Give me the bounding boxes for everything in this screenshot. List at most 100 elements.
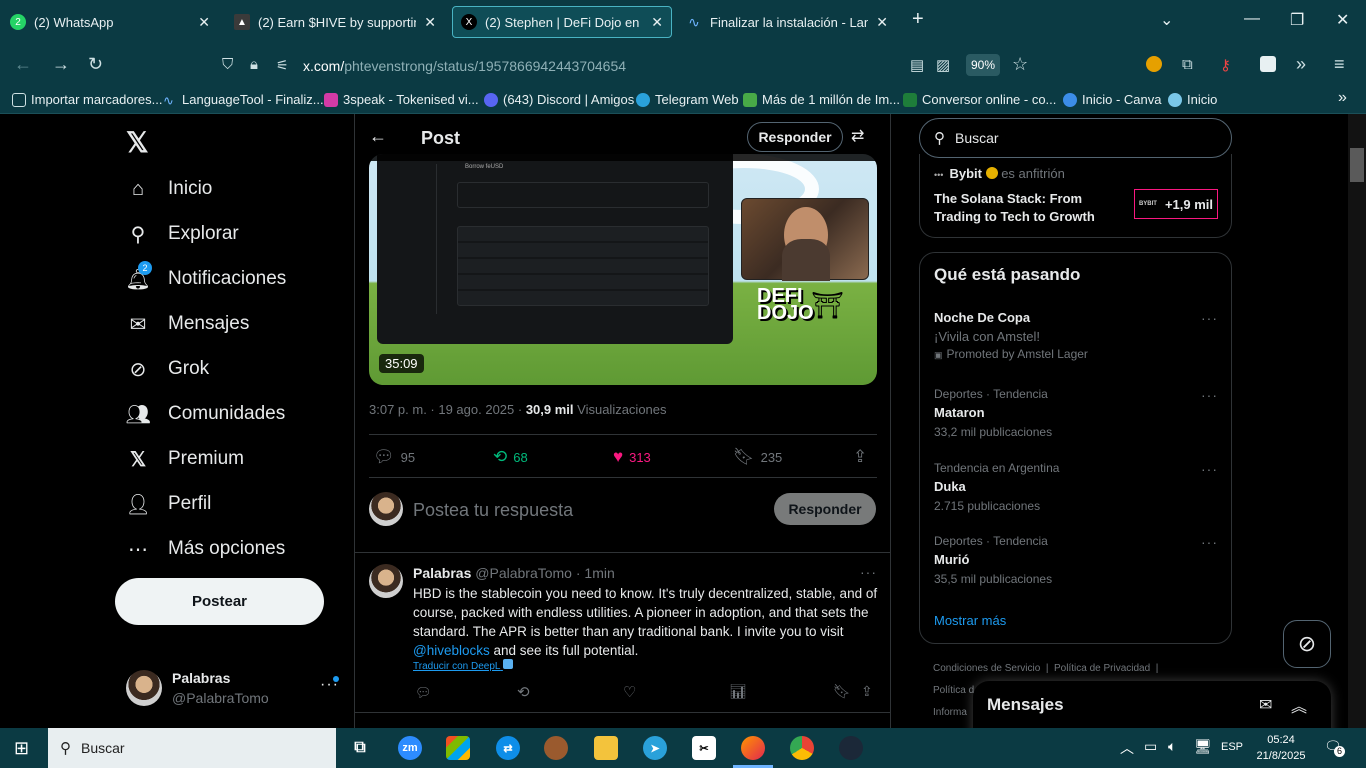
app-avatar-icon[interactable]	[544, 736, 568, 760]
firefox-icon[interactable]	[741, 736, 765, 760]
bookmark-pixabay[interactable]: Más de 1 millón de Im...	[743, 92, 900, 107]
sidebar-item-comunidades[interactable]: 👥︎ Comunidades	[125, 402, 285, 426]
bookmarks-overflow-icon[interactable]: »	[1338, 89, 1347, 107]
show-more-link[interactable]: Mostrar más	[934, 613, 1006, 628]
reply-input[interactable]: Postea tu respuesta	[413, 500, 573, 521]
account-switcher[interactable]: Palabras @PalabraTomo ···	[124, 666, 348, 710]
trend-item[interactable]: Deportes · Tendencia Murió 35,5 mil publ…	[934, 534, 1218, 586]
chrome-icon[interactable]	[790, 736, 814, 760]
grok-fab[interactable]: ⊘	[1283, 620, 1331, 668]
tab-list-icon[interactable]: ⌄	[1160, 10, 1173, 30]
reload-icon[interactable]: ↻	[88, 54, 103, 75]
tray-chevron-icon[interactable]: ︿	[1120, 738, 1134, 758]
bookmark-import[interactable]: Importar marcadores...	[12, 92, 163, 107]
task-view-icon[interactable]: ⧉	[348, 736, 372, 760]
post-timestamp[interactable]: 3:07 p. m. · 19 ago. 2025 ·	[369, 402, 526, 417]
sidebar-item-notificaciones[interactable]: 🔔︎ 2 Notificaciones	[125, 261, 286, 291]
footer-link[interactable]: Política de Privacidad	[1054, 663, 1150, 674]
bookmark-converter[interactable]: Conversor online - co...	[903, 92, 1056, 107]
language-indicator[interactable]: ESP	[1221, 741, 1243, 753]
meet-icon[interactable]: ▭	[1144, 738, 1157, 755]
ad-cta-button[interactable]: BYBIT +1,9 mil	[1134, 189, 1218, 219]
reply-author[interactable]: Palabras @PalabraTomo · 1min	[413, 565, 615, 581]
scrollbar[interactable]	[1348, 114, 1366, 728]
bookmark-action[interactable]: 🔖︎ 235	[733, 447, 782, 467]
reply-icon[interactable]: 💬︎	[415, 685, 432, 701]
sidebar-item-mas-opciones[interactable]: ⋯ Más opciones	[126, 537, 285, 561]
sidebar-item-perfil[interactable]: 👤︎ Perfil	[125, 492, 211, 516]
sidebar-item-premium[interactable]: 𝕏 Premium	[126, 447, 244, 471]
shield-icon[interactable]: ⛉	[222, 56, 233, 73]
tab-whatsapp[interactable]: 2 (2) WhatsApp ✕	[2, 6, 218, 38]
bookmark-inicio[interactable]: Inicio	[1168, 92, 1217, 107]
telegram-icon[interactable]: ➤	[643, 736, 667, 760]
search-box[interactable]: ⚲ Buscar	[919, 118, 1232, 158]
trend-item[interactable]: Deportes · Tendencia Mataron 33,2 mil pu…	[934, 387, 1218, 439]
more-icon[interactable]: ···	[1201, 461, 1218, 477]
sidebar-item-grok[interactable]: ⊘ Grok	[126, 357, 210, 381]
post-button[interactable]: Postear	[115, 578, 324, 625]
lock-icon[interactable]: 🔒︎	[250, 56, 258, 73]
mention-link[interactable]: @hiveblocks	[413, 643, 490, 658]
trend-item[interactable]: Tendencia en Argentina Duka 2.715 public…	[934, 461, 1218, 513]
app-icon[interactable]	[1260, 56, 1276, 72]
like-action[interactable]: ♥ 313	[613, 447, 651, 467]
more-icon[interactable]: ···	[1201, 387, 1218, 403]
zoom-app-icon[interactable]: zm	[398, 736, 422, 760]
messages-drawer[interactable]: Mensajes ✉ ︽	[973, 681, 1331, 728]
address-bar[interactable]: x.com/phtevenstrong/status/1957866942443…	[303, 58, 626, 74]
repost-action[interactable]: ⟲ 68	[493, 447, 528, 467]
tab-hive[interactable]: ▲ (2) Earn $HIVE by supporting H ✕	[226, 6, 444, 38]
bookmark-telegram[interactable]: Telegram Web	[636, 92, 739, 107]
footer-link[interactable]: Condiciones de Servicio	[933, 663, 1040, 674]
reply-action[interactable]: 💬︎ 95	[373, 447, 415, 467]
store-icon[interactable]	[446, 736, 470, 760]
teamviewer-icon[interactable]: ⇄	[496, 736, 520, 760]
close-icon[interactable]: ✕	[198, 14, 210, 31]
minimize-icon[interactable]: —	[1244, 10, 1260, 28]
sidebar-item-mensajes[interactable]: ✉ Mensajes	[126, 312, 250, 336]
sidebar-item-explorar[interactable]: ⚲ Explorar	[126, 222, 239, 246]
search-input[interactable]: Buscar	[955, 130, 999, 146]
repost-icon[interactable]: ⟲	[517, 683, 530, 701]
trend-item[interactable]: Noche De Copa ¡Vivila con Amstel! ▣ Promo…	[934, 310, 1218, 361]
sidebar-item-inicio[interactable]: ⌂ Inicio	[126, 177, 212, 201]
permissions-icon[interactable]: ⚟	[276, 57, 289, 74]
steam-icon[interactable]	[839, 736, 863, 760]
bookmark-discord[interactable]: (643) Discord | Amigos	[484, 92, 634, 107]
share-action[interactable]: ⇪	[853, 447, 873, 467]
new-message-icon[interactable]: ✉	[1259, 695, 1272, 715]
tab-x-post[interactable]: X (2) Stephen | DeFi Dojo en X: "S ✕	[452, 6, 672, 38]
heart-icon[interactable]: ♡	[623, 683, 636, 701]
capcut-icon[interactable]: ✂	[692, 736, 716, 760]
reader-view-icon[interactable]: ▤	[910, 56, 924, 74]
header-reply-button[interactable]: Responder	[747, 122, 843, 152]
x-logo-icon[interactable]: 𝕏	[126, 126, 149, 159]
taskbar-search[interactable]: ⚲ Buscar	[48, 728, 336, 768]
ad-card[interactable]: ••• Bybit es anfitrión The Solana Stack: …	[919, 154, 1232, 238]
key-icon[interactable]: ⚷	[1220, 56, 1231, 74]
share-icon[interactable]: ⇪	[861, 683, 873, 700]
close-window-icon[interactable]: ✕	[1336, 10, 1349, 30]
restore-icon[interactable]: ❐	[1290, 10, 1304, 30]
bookmark-3speak[interactable]: 3speak - Tokenised vi...	[324, 92, 479, 107]
file-explorer-icon[interactable]	[594, 736, 618, 760]
tab-languagetool[interactable]: ∿ Finalizar la instalación - Langua ✕	[678, 6, 896, 38]
more-icon[interactable]: ···	[860, 564, 877, 580]
close-icon[interactable]: ✕	[651, 14, 663, 31]
footer-link[interactable]: Informa	[933, 707, 967, 718]
scrollbar-thumb[interactable]	[1350, 148, 1364, 182]
bookmark-canva[interactable]: Inicio - Canva	[1063, 92, 1161, 107]
expand-icon[interactable]: ︽	[1291, 693, 1307, 717]
video-player[interactable]: Borrow feUSD DEFI DOJO ⛩ 35:09	[369, 154, 877, 385]
forward-icon[interactable]: →	[52, 54, 70, 75]
windows-start-icon[interactable]: ⊞	[14, 738, 29, 759]
volume-icon[interactable]: 🔈︎	[1168, 738, 1176, 755]
picture-icon[interactable]: ▨	[936, 56, 950, 74]
analytics-icon[interactable]: 📊︎	[729, 683, 747, 700]
back-icon[interactable]: ←	[14, 54, 32, 75]
notification-center-icon[interactable]: 🗨︎ 6	[1324, 738, 1345, 757]
new-tab-icon[interactable]: +	[912, 8, 924, 31]
extensions-icon[interactable]: ⧉	[1182, 56, 1193, 73]
close-icon[interactable]: ✕	[424, 14, 436, 31]
